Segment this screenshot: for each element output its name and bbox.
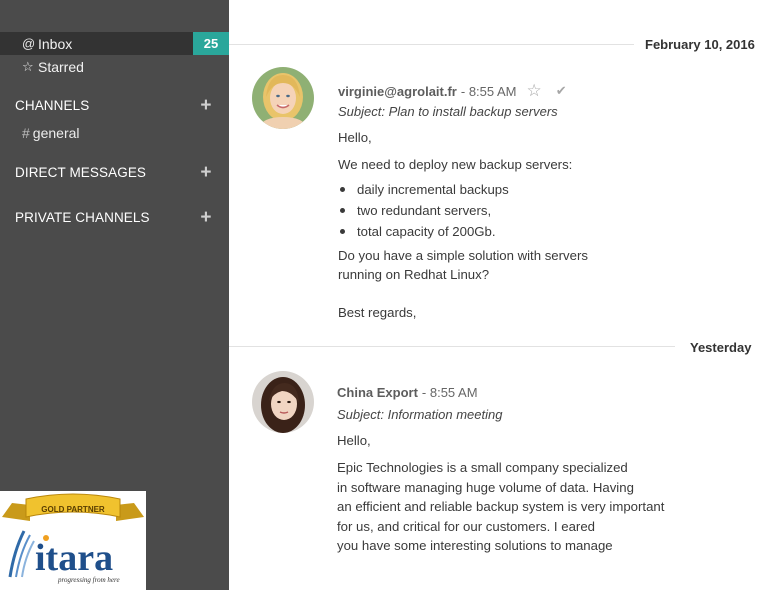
avatar[interactable] [252,67,314,129]
message-subject: Subject: Information meeting [337,407,503,422]
date-label: Yesterday [690,340,752,355]
message-time: - 8:55 AM [460,83,517,99]
section-title: PRIVATE CHANNELS [15,209,150,225]
section-title: CHANNELS [15,97,90,113]
message-text: running on Redhat Linux? [338,267,490,282]
sidebar-item-label: Starred [38,58,84,75]
message-time: - 8:55 AM [421,385,478,400]
star-icon: ☆ [22,58,34,74]
sidebar-item-label: Inbox [38,35,73,52]
sidebar-item-starred[interactable]: ☆ Starred [0,55,229,78]
avatar-image [252,67,314,129]
svg-text:itara: itara [35,537,113,579]
section-title: DIRECT MESSAGES [15,164,147,180]
message-text: Best regards, [338,305,417,320]
section-channels: CHANNELS + [15,94,215,116]
sidebar-item-inbox[interactable]: @ Inbox 25 [0,32,229,55]
message-header: virginie@agrolait.fr - 8:55 AM ☆ ✔ [338,81,567,101]
message-subject: Subject: Plan to install backup servers [338,104,558,119]
message-greeting: Hello, [337,433,371,448]
unread-count-badge: 25 [193,32,229,55]
star-icon[interactable]: ☆ [527,81,542,101]
itara-logo: GOLD PARTNER itara progressing from here [2,493,144,584]
list-item: two redundant servers, [338,200,509,221]
message-text: Epic Technologies is a small company spe… [337,460,628,475]
message-author[interactable]: China Export [337,385,418,400]
message-text: for us, and critical for our customers. … [337,519,595,534]
message-author[interactable]: virginie@agrolait.fr [338,84,457,99]
channel-label: general [32,125,80,141]
message-greeting: Hello, [338,130,372,145]
add-private-channel-icon[interactable]: + [197,208,215,227]
message-header: China Export - 8:55 AM [337,385,478,400]
svg-text:progressing from here: progressing from here [57,576,120,584]
message-text: an efficient and reliable backup system … [337,499,665,514]
message-text: in software managing huge volume of data… [337,480,634,495]
message-bullet-list: daily incremental backups two redundant … [338,179,509,242]
add-channel-icon[interactable]: + [197,96,215,115]
hash-icon: # [22,125,30,141]
sidebar-item-general[interactable]: # general [22,123,80,143]
message-text: Do you have a simple solution with serve… [338,248,588,263]
message-text: We need to deploy new backup servers: [338,157,573,172]
message-text: you have some interesting solutions to m… [337,538,613,553]
section-direct-messages: DIRECT MESSAGES + [15,161,215,183]
at-icon: @ [22,36,36,51]
partner-logo: GOLD PARTNER itara progressing from here [0,491,146,590]
date-label: February 10, 2016 [645,37,755,52]
avatar-image [252,371,314,433]
section-private-channels: PRIVATE CHANNELS + [15,206,215,228]
add-direct-message-icon[interactable]: + [197,163,215,182]
date-divider [229,346,675,347]
list-item: total capacity of 200Gb. [338,221,509,242]
check-icon[interactable]: ✔ [556,83,567,99]
svg-text:GOLD PARTNER: GOLD PARTNER [41,505,105,514]
list-item: daily incremental backups [338,179,509,200]
message-thread: February 10, 2016 virginie@agrolait.fr -… [229,0,770,590]
date-divider [229,44,634,45]
avatar[interactable] [252,371,314,433]
